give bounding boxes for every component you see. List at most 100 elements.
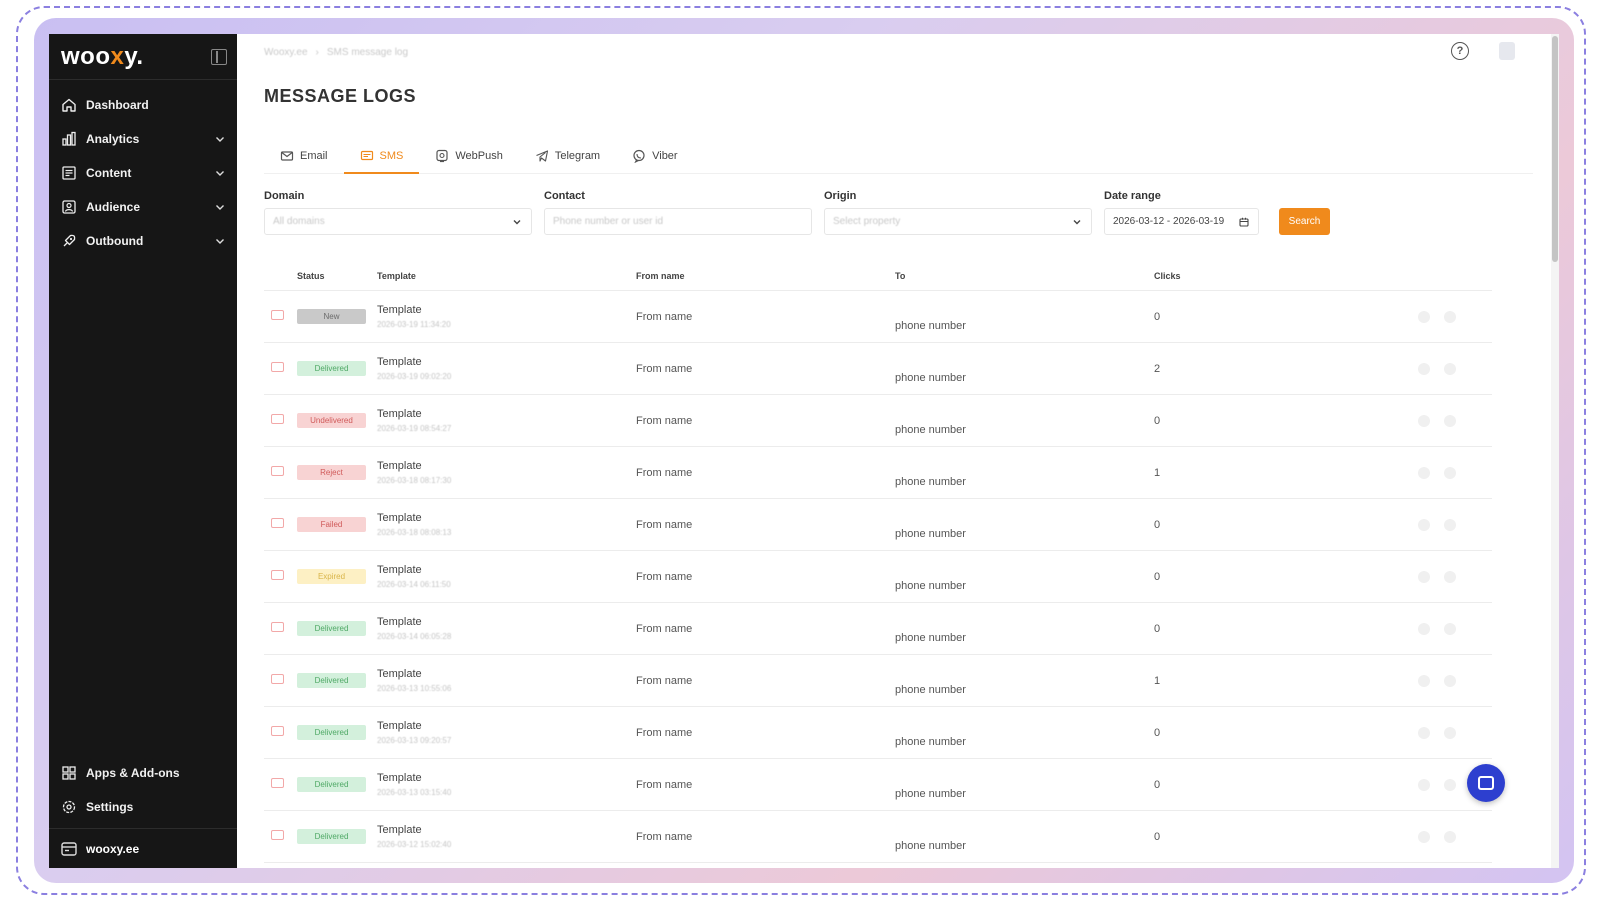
info-icon[interactable] (1444, 570, 1456, 583)
view-icon[interactable] (1418, 726, 1430, 739)
template-name[interactable]: Template (377, 772, 636, 784)
sidebar-item-outbound[interactable]: Outbound (49, 224, 237, 258)
view-icon[interactable] (1418, 778, 1430, 791)
sidebar-collapse-icon[interactable] (211, 48, 227, 65)
table-row[interactable]: New Template 2026-03-19 11:34:20 From name p… (264, 291, 1492, 343)
template-name[interactable]: Template (377, 304, 636, 316)
home-icon (60, 96, 78, 114)
status-badge: Failed (297, 517, 366, 532)
clicks-count: 0 (1154, 726, 1161, 739)
breadcrumb: Wooxy.ee › SMS message log (264, 47, 416, 58)
sent-timestamp: 2026-03-19 08:54:27 (377, 424, 452, 433)
sidebar-item-content[interactable]: Content (49, 156, 237, 190)
info-icon[interactable] (1444, 362, 1456, 375)
chevron-down-icon[interactable] (213, 200, 227, 214)
template-name[interactable]: Template (377, 720, 636, 732)
help-icon[interactable]: ? (1451, 42, 1469, 60)
tab-sms[interactable]: SMS (343, 138, 420, 174)
view-icon[interactable] (1418, 622, 1430, 635)
table-row[interactable]: Undelivered Template 2026-03-19 08:54:27 Fr… (264, 395, 1492, 447)
template-name[interactable]: Template (377, 408, 636, 420)
sidebar-item-audience[interactable]: Audience (49, 190, 237, 224)
view-icon[interactable] (1418, 674, 1430, 687)
scrollbar[interactable] (1551, 34, 1559, 868)
to-phone: phone number (895, 736, 966, 748)
template-name[interactable]: Template (377, 668, 636, 680)
search-button[interactable]: Search (1279, 208, 1330, 235)
info-icon[interactable] (1444, 518, 1456, 531)
table-row[interactable]: Delivered Template 2026-03-12 15:02:40 From… (264, 811, 1492, 863)
table-row[interactable]: Delivered Template 2026-03-19 09:02:20 From… (264, 343, 1492, 395)
table-row[interactable]: Failed Template 2026-03-18 08:08:13 From na… (264, 499, 1492, 551)
tab-email[interactable]: Email (264, 138, 344, 173)
header-template[interactable]: Template (377, 271, 636, 281)
sidebar-nav: Dashboard Analytics Content Audience Outboun… (49, 80, 237, 756)
info-icon[interactable] (1444, 778, 1456, 791)
avatar[interactable] (1499, 42, 1515, 60)
tab-label: Telegram (554, 149, 601, 162)
template-name[interactable]: Template (377, 616, 636, 628)
origin-select[interactable]: Select property (824, 208, 1092, 235)
table-row[interactable]: Delivered Template 2026-03-13 03:15:40 From… (264, 759, 1492, 811)
info-icon[interactable] (1444, 310, 1456, 323)
template-name[interactable]: Template (377, 824, 636, 836)
sent-timestamp: 2026-03-14 06:05:28 (377, 632, 452, 641)
wooxy-logo[interactable]: wooxy. (61, 43, 144, 71)
content-icon (60, 164, 78, 182)
table-row[interactable]: Delivered Template 2026-03-13 09:20:57 From… (264, 707, 1492, 759)
template-name[interactable]: Template (377, 512, 636, 524)
view-icon[interactable] (1418, 362, 1430, 375)
header-clicks[interactable]: Clicks (1154, 271, 1354, 281)
chevron-down-icon[interactable] (213, 234, 227, 248)
template-name[interactable]: Template (377, 356, 636, 368)
chat-widget-button[interactable] (1467, 764, 1505, 802)
tab-viber[interactable]: Viber (616, 138, 693, 173)
sidebar-item-label: Content (86, 166, 132, 180)
scrollbar-thumb[interactable] (1552, 36, 1558, 262)
contact-input[interactable]: Phone number or user id (544, 208, 812, 235)
table-row[interactable]: Expired Template 2026-03-14 06:11:50 From n… (264, 551, 1492, 603)
table-row[interactable]: Delivered Template 2026-03-13 10:55:06 From… (264, 655, 1492, 707)
info-icon[interactable] (1444, 622, 1456, 635)
info-icon[interactable] (1444, 414, 1456, 427)
info-icon[interactable] (1444, 674, 1456, 687)
info-icon[interactable] (1444, 466, 1456, 479)
sms-icon (360, 149, 374, 163)
table-row[interactable]: Delivered Template 2026-03-14 06:05:28 From… (264, 603, 1492, 655)
sidebar-item-label: Analytics (86, 132, 140, 146)
sms-message-icon (271, 570, 284, 580)
domain-select[interactable]: All domains (264, 208, 532, 235)
view-icon[interactable] (1418, 570, 1430, 583)
sidebar-footer-site[interactable]: wooxy.ee (49, 828, 237, 868)
info-icon[interactable] (1444, 830, 1456, 843)
sidebar-item-settings[interactable]: Settings (49, 790, 237, 824)
breadcrumb-root[interactable]: Wooxy.ee (264, 47, 308, 58)
template-name[interactable]: Template (377, 564, 636, 576)
view-icon[interactable] (1418, 414, 1430, 427)
sidebar-item-apps-add-ons[interactable]: Apps & Add-ons (49, 756, 237, 790)
view-icon[interactable] (1418, 466, 1430, 479)
date-range-input[interactable]: 2026-03-12 - 2026-03-19 (1104, 208, 1259, 235)
view-icon[interactable] (1418, 310, 1430, 323)
date-range-label: Date range (1104, 190, 1161, 202)
status-badge: New (297, 309, 366, 324)
template-name[interactable]: Template (377, 460, 636, 472)
header-to[interactable]: To (895, 271, 1154, 281)
sidebar-header: wooxy. (49, 34, 237, 80)
origin-label: Origin (824, 190, 857, 202)
status-badge: Reject (297, 465, 366, 480)
view-icon[interactable] (1418, 518, 1430, 531)
info-icon[interactable] (1444, 726, 1456, 739)
view-icon[interactable] (1418, 830, 1430, 843)
tab-telegram[interactable]: Telegram (519, 138, 616, 173)
chevron-down-icon[interactable] (213, 166, 227, 180)
from-name: From name (636, 778, 693, 791)
chevron-down-icon[interactable] (213, 132, 227, 146)
header-from[interactable]: From name (636, 271, 895, 281)
sidebar-item-analytics[interactable]: Analytics (49, 122, 237, 156)
tab-webpush[interactable]: WebPush (419, 138, 519, 173)
clicks-count: 0 (1154, 310, 1161, 323)
sidebar-item-dashboard[interactable]: Dashboard (49, 88, 237, 122)
table-row[interactable]: Reject Template 2026-03-18 08:17:30 From na… (264, 447, 1492, 499)
header-status[interactable]: Status (297, 271, 377, 281)
